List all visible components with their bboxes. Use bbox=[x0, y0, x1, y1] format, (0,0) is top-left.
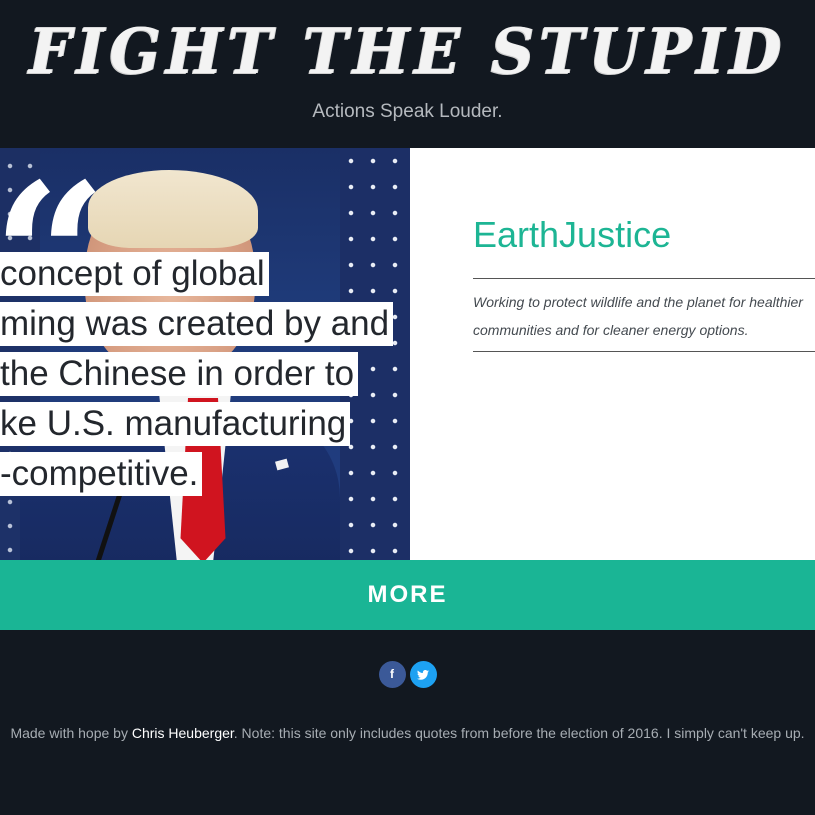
site-tagline: Actions Speak Louder. bbox=[312, 101, 503, 122]
quote-panel: “ concept of global ming was created by … bbox=[0, 148, 410, 560]
author-link[interactable]: Chris Heuberger bbox=[132, 725, 234, 741]
divider bbox=[473, 278, 815, 279]
quote-line: ming was created by and bbox=[0, 302, 394, 346]
quote-line: ke U.S. manufacturing bbox=[0, 402, 351, 446]
quote-line: concept of global bbox=[0, 252, 269, 296]
divider bbox=[473, 351, 815, 352]
footer-note: . Note: this site only includes quotes f… bbox=[233, 725, 805, 741]
quote-line: the Chinese in order to bbox=[0, 352, 359, 396]
organization-panel: EarthJustice Working to protect wildlife… bbox=[410, 148, 815, 560]
organization-name[interactable]: EarthJustice bbox=[473, 212, 671, 258]
organization-description: Working to protect wildlife and the plan… bbox=[473, 294, 803, 338]
more-button[interactable]: MORE bbox=[0, 560, 815, 630]
quote-line: -competitive. bbox=[0, 452, 203, 496]
facebook-icon[interactable]: f bbox=[378, 661, 406, 688]
speaker-hair bbox=[88, 170, 258, 248]
site-logo[interactable]: Fight the Stupid bbox=[0, 12, 815, 92]
site-header: Fight the Stupid Actions Speak Louder. bbox=[0, 0, 815, 148]
twitter-icon[interactable] bbox=[409, 661, 437, 688]
site-footer: Made with hope by Chris Heuberger. Note:… bbox=[0, 722, 815, 744]
twitter-bird-icon bbox=[417, 669, 429, 680]
social-links: f bbox=[0, 661, 815, 688]
footer-prefix: Made with hope by bbox=[10, 725, 132, 741]
